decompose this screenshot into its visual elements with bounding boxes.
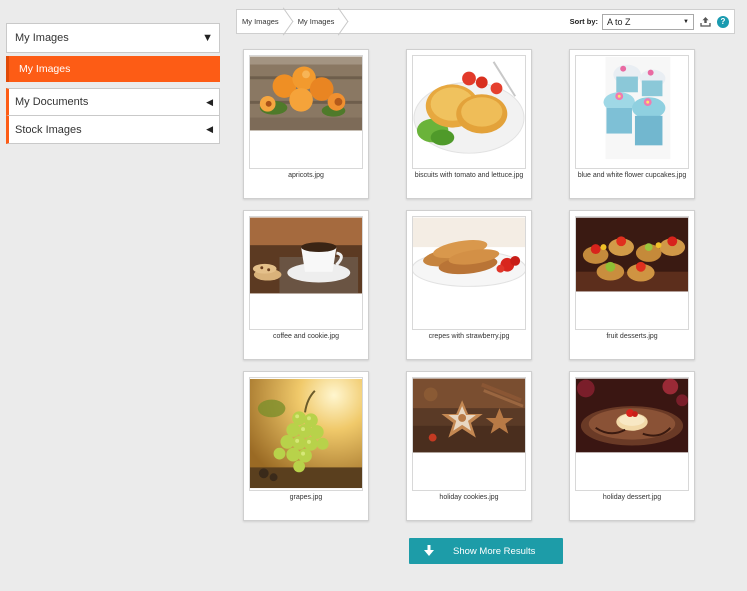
image-caption: biscuits with tomato and lettuce.jpg: [414, 172, 524, 179]
sort-control: Sort by: A to Z ▼ ?: [569, 13, 734, 30]
upload-icon[interactable]: [698, 15, 712, 29]
image-thumbnail-frame: [249, 55, 363, 169]
image-caption: holiday dessert.jpg: [602, 494, 662, 501]
image-thumbnail-frame: [575, 55, 689, 169]
holiday-cookies-thumbnail: [413, 378, 525, 453]
image-caption: crepes with strawberry.jpg: [428, 333, 510, 340]
crepes-thumbnail: [413, 217, 525, 290]
show-more-results-button[interactable]: Show More Results: [409, 538, 563, 564]
biscuits-thumbnail: [413, 56, 525, 160]
image-caption: coffee and cookie.jpg: [272, 333, 340, 340]
cupcakes-thumbnail: [576, 56, 688, 160]
image-card[interactable]: holiday dessert.jpg: [569, 371, 695, 521]
help-button[interactable]: ?: [716, 15, 730, 29]
holiday-dessert-thumbnail: [576, 378, 688, 453]
sidebar-item-label: Stock Images: [15, 123, 82, 136]
image-card[interactable]: fruit desserts.jpg: [569, 210, 695, 360]
image-caption: fruit desserts.jpg: [606, 333, 658, 340]
image-card[interactable]: crepes with strawberry.jpg: [406, 210, 532, 360]
caret-left-icon: ◀: [206, 96, 213, 107]
apricots-thumbnail: [250, 56, 362, 131]
sort-label: Sort by:: [569, 17, 598, 26]
arrow-down-icon: [419, 545, 439, 557]
caret-down-icon: ▼: [202, 32, 213, 44]
coffee-thumbnail: [250, 217, 362, 294]
caret-left-icon: ◀: [206, 124, 213, 134]
image-thumbnail-frame: [412, 377, 526, 491]
image-card[interactable]: apricots.jpg: [243, 49, 369, 199]
image-caption: blue and white flower cupcakes.jpg: [577, 172, 687, 179]
breadcrumb: My Images My Images: [237, 10, 343, 33]
image-caption: holiday cookies.jpg: [439, 494, 499, 501]
image-thumbnail-frame: [412, 216, 526, 330]
image-card[interactable]: biscuits with tomato and lettuce.jpg: [406, 49, 532, 199]
image-thumbnail-frame: [249, 377, 363, 491]
sidebar-item-label: My Documents: [15, 96, 89, 108]
image-card[interactable]: grapes.jpg: [243, 371, 369, 521]
sidebar-item-my-documents[interactable]: My Documents ◀: [6, 88, 220, 116]
sort-select[interactable]: A to Z ▼: [602, 13, 694, 30]
breadcrumb-item[interactable]: My Images: [288, 10, 344, 33]
sidebar-header-label: My Images: [15, 32, 69, 44]
show-more-label: Show More Results: [453, 545, 536, 557]
sidebar-item-label: My Images: [19, 63, 71, 75]
sidebar-item-my-images-active[interactable]: My Images: [6, 56, 220, 82]
image-thumbnail-frame: [412, 55, 526, 169]
image-thumbnail-frame: [249, 216, 363, 330]
sort-select-value: A to Z: [607, 16, 631, 27]
image-caption: grapes.jpg: [289, 494, 323, 501]
image-grid: apricots.jpg biscuits with tomato and le…: [243, 49, 701, 521]
image-card[interactable]: blue and white flower cupcakes.jpg: [569, 49, 695, 199]
fruit-desserts-thumbnail: [576, 217, 688, 292]
grapes-thumbnail: [250, 378, 362, 489]
sidebar-item-stock-images[interactable]: Stock Images ◀: [6, 116, 220, 144]
image-thumbnail-frame: [575, 377, 689, 491]
sidebar: My Images ▼ My Images My Documents ◀ Sto…: [6, 23, 220, 144]
image-caption: apricots.jpg: [288, 172, 324, 179]
sidebar-header-my-images[interactable]: My Images ▼: [6, 23, 220, 53]
image-card[interactable]: holiday cookies.jpg: [406, 371, 532, 521]
image-card[interactable]: coffee and cookie.jpg: [243, 210, 369, 360]
chevron-down-icon: ▼: [683, 18, 689, 25]
breadcrumb-item[interactable]: My Images: [237, 10, 288, 33]
help-icon: ?: [717, 15, 729, 28]
image-thumbnail-frame: [575, 216, 689, 330]
toolbar: My Images My Images Sort by: A to Z ▼ ?: [236, 9, 735, 34]
